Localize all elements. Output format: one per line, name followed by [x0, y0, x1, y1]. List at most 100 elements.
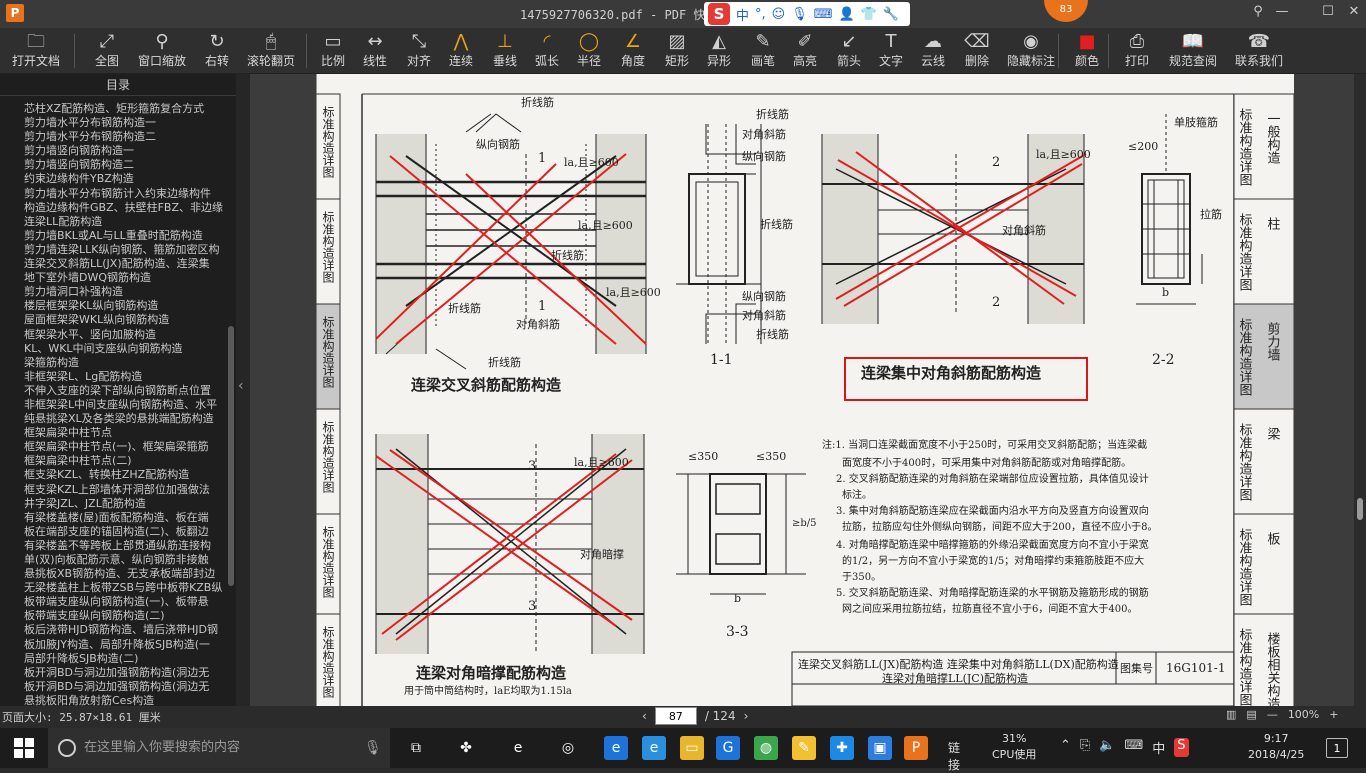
toolbar-button-5[interactable]: ▭ 比例 — [316, 30, 350, 72]
toc-item[interactable]: 局部升降板SJB构造(二) — [24, 652, 226, 666]
toc-item[interactable]: 剪力墙竖向钢筋构造二 — [24, 158, 226, 172]
toolbar-button-15[interactable]: ✎ 画笔 — [748, 30, 778, 72]
zoom-in-icon[interactable]: + — [1329, 708, 1338, 721]
toc-item[interactable]: 板带端支座纵向钢筋构造(一)、板带悬 — [24, 595, 226, 609]
toolbar-button-17[interactable]: ↙ 箭头 — [834, 30, 864, 72]
toc-item[interactable]: 井字梁JZL、JZL配筋构造 — [24, 497, 226, 511]
scroll-thumb[interactable] — [1357, 498, 1363, 520]
collapse-sidebar-button[interactable]: ‹ — [236, 74, 250, 706]
close-button[interactable]: ✕ — [1344, 4, 1364, 19]
pinwheel-icon[interactable]: ✤ — [454, 736, 478, 760]
user-icon[interactable]: ⚲ — [1248, 4, 1268, 19]
toc-item[interactable]: 屋面框架梁WKL纵向钢筋构造 — [24, 313, 226, 327]
ime-tools-icon[interactable]: 🔧 — [883, 7, 899, 22]
toolbar-button-3[interactable]: ↻ 右转 — [202, 30, 232, 72]
toolbar-button-13[interactable]: ▨ 矩形 — [662, 30, 692, 72]
toc-item[interactable]: 构造边缘构件GBZ、扶壁柱FBZ、非边缘 — [24, 201, 226, 215]
toc-item[interactable]: 连梁交叉斜筋LL(JX)配筋构造、连梁集 — [24, 257, 226, 271]
sidebar-scrollbar[interactable] — [228, 326, 234, 586]
toolbar-button-2[interactable]: ⚲ 窗口缩放 — [136, 30, 188, 72]
toc-item[interactable]: 连梁LL配筋构造 — [24, 215, 226, 229]
single-page-icon[interactable]: ▥ — [1226, 708, 1236, 721]
toc-item[interactable]: 框架扁梁中柱节点(二) — [24, 454, 226, 468]
toc-item[interactable]: 约束边缘构件YBZ构造 — [24, 172, 226, 186]
maximize-button[interactable]: ☐ — [1318, 4, 1338, 19]
toolbar-button-18[interactable]: T 文字 — [876, 30, 906, 72]
keyboard-icon[interactable]: ⌨ — [1125, 738, 1144, 757]
toolbar-button-22[interactable]: ■ 颜色 — [1072, 30, 1102, 72]
toc-item[interactable]: 非框架梁L中间支座纵向钢筋构造、水平 — [24, 398, 226, 412]
document-scrollbar[interactable] — [1354, 74, 1366, 706]
toc-item[interactable]: 梁箍筋构造 — [24, 356, 226, 370]
toolbar-button-21[interactable]: ◉ 隐藏标注 — [1004, 30, 1058, 72]
toolbar-button-14[interactable]: ◭ 异形 — [704, 30, 734, 72]
ime-punct[interactable]: °, — [755, 7, 766, 22]
toolbar-button-8[interactable]: ⋀ 连续 — [446, 30, 476, 72]
prev-page-icon[interactable]: ‹ — [642, 709, 647, 723]
toc-item[interactable]: 纯悬挑梁XL及各类梁的悬挑端配筋构造 — [24, 412, 226, 426]
pdf-viewer-task-icon[interactable]: P — [904, 736, 928, 760]
network-icon[interactable]: ⎘ — [1080, 738, 1090, 757]
notes-icon[interactable]: ✎ — [792, 736, 816, 760]
toc-item[interactable]: 框架梁水平、竖向加腋构造 — [24, 328, 226, 342]
file-explorer-icon[interactable]: ▭ — [680, 736, 704, 760]
document-view[interactable]: 标准构造详图 标准构造详图 标准构造详图 标准构造详图 标准构造详图 标准构造详图 标准构… — [250, 74, 1354, 706]
toolbar-button-7[interactable]: ⤡ 对齐 — [404, 30, 434, 72]
toc-item[interactable]: 芯柱XZ配筋构造、矩形箍筋复合方式 — [24, 102, 226, 116]
taskbar-search-input[interactable]: 在这里输入你要搜索的内容 🎙 — [48, 728, 390, 768]
clock[interactable]: 9:17 2018/4/25 — [1248, 731, 1304, 763]
toc-item[interactable]: 板开洞BD与洞边加强钢筋构造(洞边无 — [24, 666, 226, 680]
app-bag-icon[interactable]: ▣ — [868, 736, 892, 760]
toolbar-button-0[interactable]: 🗀 打开文档 — [8, 30, 64, 72]
page-number-input[interactable]: 87 — [654, 707, 697, 725]
toc-item[interactable]: 不伸入支座的梁下部纵向钢筋断点位置 — [24, 384, 226, 398]
toc-item[interactable]: 剪力墙竖向钢筋构造一 — [24, 144, 226, 158]
toolbar-button-25[interactable]: ☎ 联系我们 — [1232, 30, 1286, 72]
zoom-out-icon[interactable]: — — [1267, 708, 1278, 721]
toc-item[interactable]: 框架扁梁中柱节点(一)、框架扁梁箍筋 — [24, 440, 226, 454]
sogou-logo-icon[interactable]: S — [708, 3, 730, 25]
ime-indicator[interactable]: 中 — [1152, 738, 1165, 757]
continuous-page-icon[interactable]: ▤ — [1246, 708, 1256, 721]
sogou-tray-icon[interactable]: S — [1174, 738, 1189, 757]
toolbar-button-19[interactable]: ☁ 云线 — [918, 30, 948, 72]
app-g-icon[interactable]: G — [716, 736, 740, 760]
toc-item[interactable]: 板开洞BD与洞边加强钢筋构造(洞边无 — [24, 680, 226, 694]
chevron-up-icon[interactable]: ⌃ — [1060, 738, 1071, 757]
toc-item[interactable]: 地下室外墙DWQ钢筋构造 — [24, 271, 226, 285]
toolbar-button-20[interactable]: ⌫ 删除 — [962, 30, 992, 72]
ime-emoji-icon[interactable]: ☺ — [772, 7, 786, 22]
toolbar-button-10[interactable]: ◜ 弧长 — [532, 30, 562, 72]
edge-icon[interactable]: e — [604, 736, 628, 760]
next-page-icon[interactable]: › — [744, 709, 749, 723]
toc-item[interactable]: 有梁楼盖不等跨板上部贯通纵筋连接构 — [24, 539, 226, 553]
ie-old-icon[interactable]: e — [506, 736, 530, 760]
ime-user-icon[interactable]: 👤 — [839, 7, 855, 22]
notification-badge[interactable]: 83 — [1044, 0, 1088, 22]
toc-item[interactable]: KL、WKL中间支座纵向钢筋构造 — [24, 342, 226, 356]
app-green-icon[interactable]: ◍ — [754, 736, 778, 760]
toc-item[interactable]: 剪力墙BKL或AL与LL重叠时配筋构造 — [24, 229, 226, 243]
toc-item[interactable]: 框支梁KZL、转换柱ZHZ配筋构造 — [24, 468, 226, 482]
toc-item[interactable]: 剪力墙水平分布钢筋构造二 — [24, 130, 226, 144]
app-plus-icon[interactable]: ✚ — [830, 736, 854, 760]
ime-toolbar[interactable]: S 中 °, ☺ 🎙 ⌨ 👤 👕 🔧 — [704, 2, 910, 26]
toc-item[interactable]: 非框架梁L、Lg配筋构造 — [24, 370, 226, 384]
toc-item[interactable]: 剪力墙水平分布钢筋构造一 — [24, 116, 226, 130]
toolbar-button-24[interactable]: 📖 规范查阅 — [1166, 30, 1220, 72]
toc-item[interactable]: 框支梁KZL上部墙体开洞部位加强做法 — [24, 483, 226, 497]
toc-item[interactable]: 板后浇带HJD钢筋构造、墙后浇带HJD钢 — [24, 623, 226, 637]
toc-item[interactable]: 单(双)向板配筋示意、纵向钢筋非接触 — [24, 553, 226, 567]
toc-item[interactable]: 板带端支座纵向钢筋构造(二) — [24, 609, 226, 623]
cpu-usage[interactable]: 31% CPU使用 — [992, 731, 1036, 763]
toc-item[interactable]: 板在端部支座的锚固构造(二)、板翻边 — [24, 525, 226, 539]
toc-item[interactable]: 楼层框架梁KL纵向钢筋构造 — [24, 299, 226, 313]
toolbar-button-12[interactable]: ∠ 角度 — [618, 30, 648, 72]
browser-spiral-icon[interactable]: ◎ — [556, 736, 580, 760]
toolbar-button-4[interactable]: 🖱 滚轮翻页 — [244, 30, 298, 72]
ie-icon[interactable]: e — [642, 736, 666, 760]
toc-item[interactable]: 板加腋JY构造、局部升降板SJB构造(一 — [24, 638, 226, 652]
mic-icon[interactable]: 🎙 — [364, 728, 382, 768]
ime-lang[interactable]: 中 — [736, 5, 749, 24]
ime-keyboard-icon[interactable]: ⌨ — [814, 7, 833, 22]
